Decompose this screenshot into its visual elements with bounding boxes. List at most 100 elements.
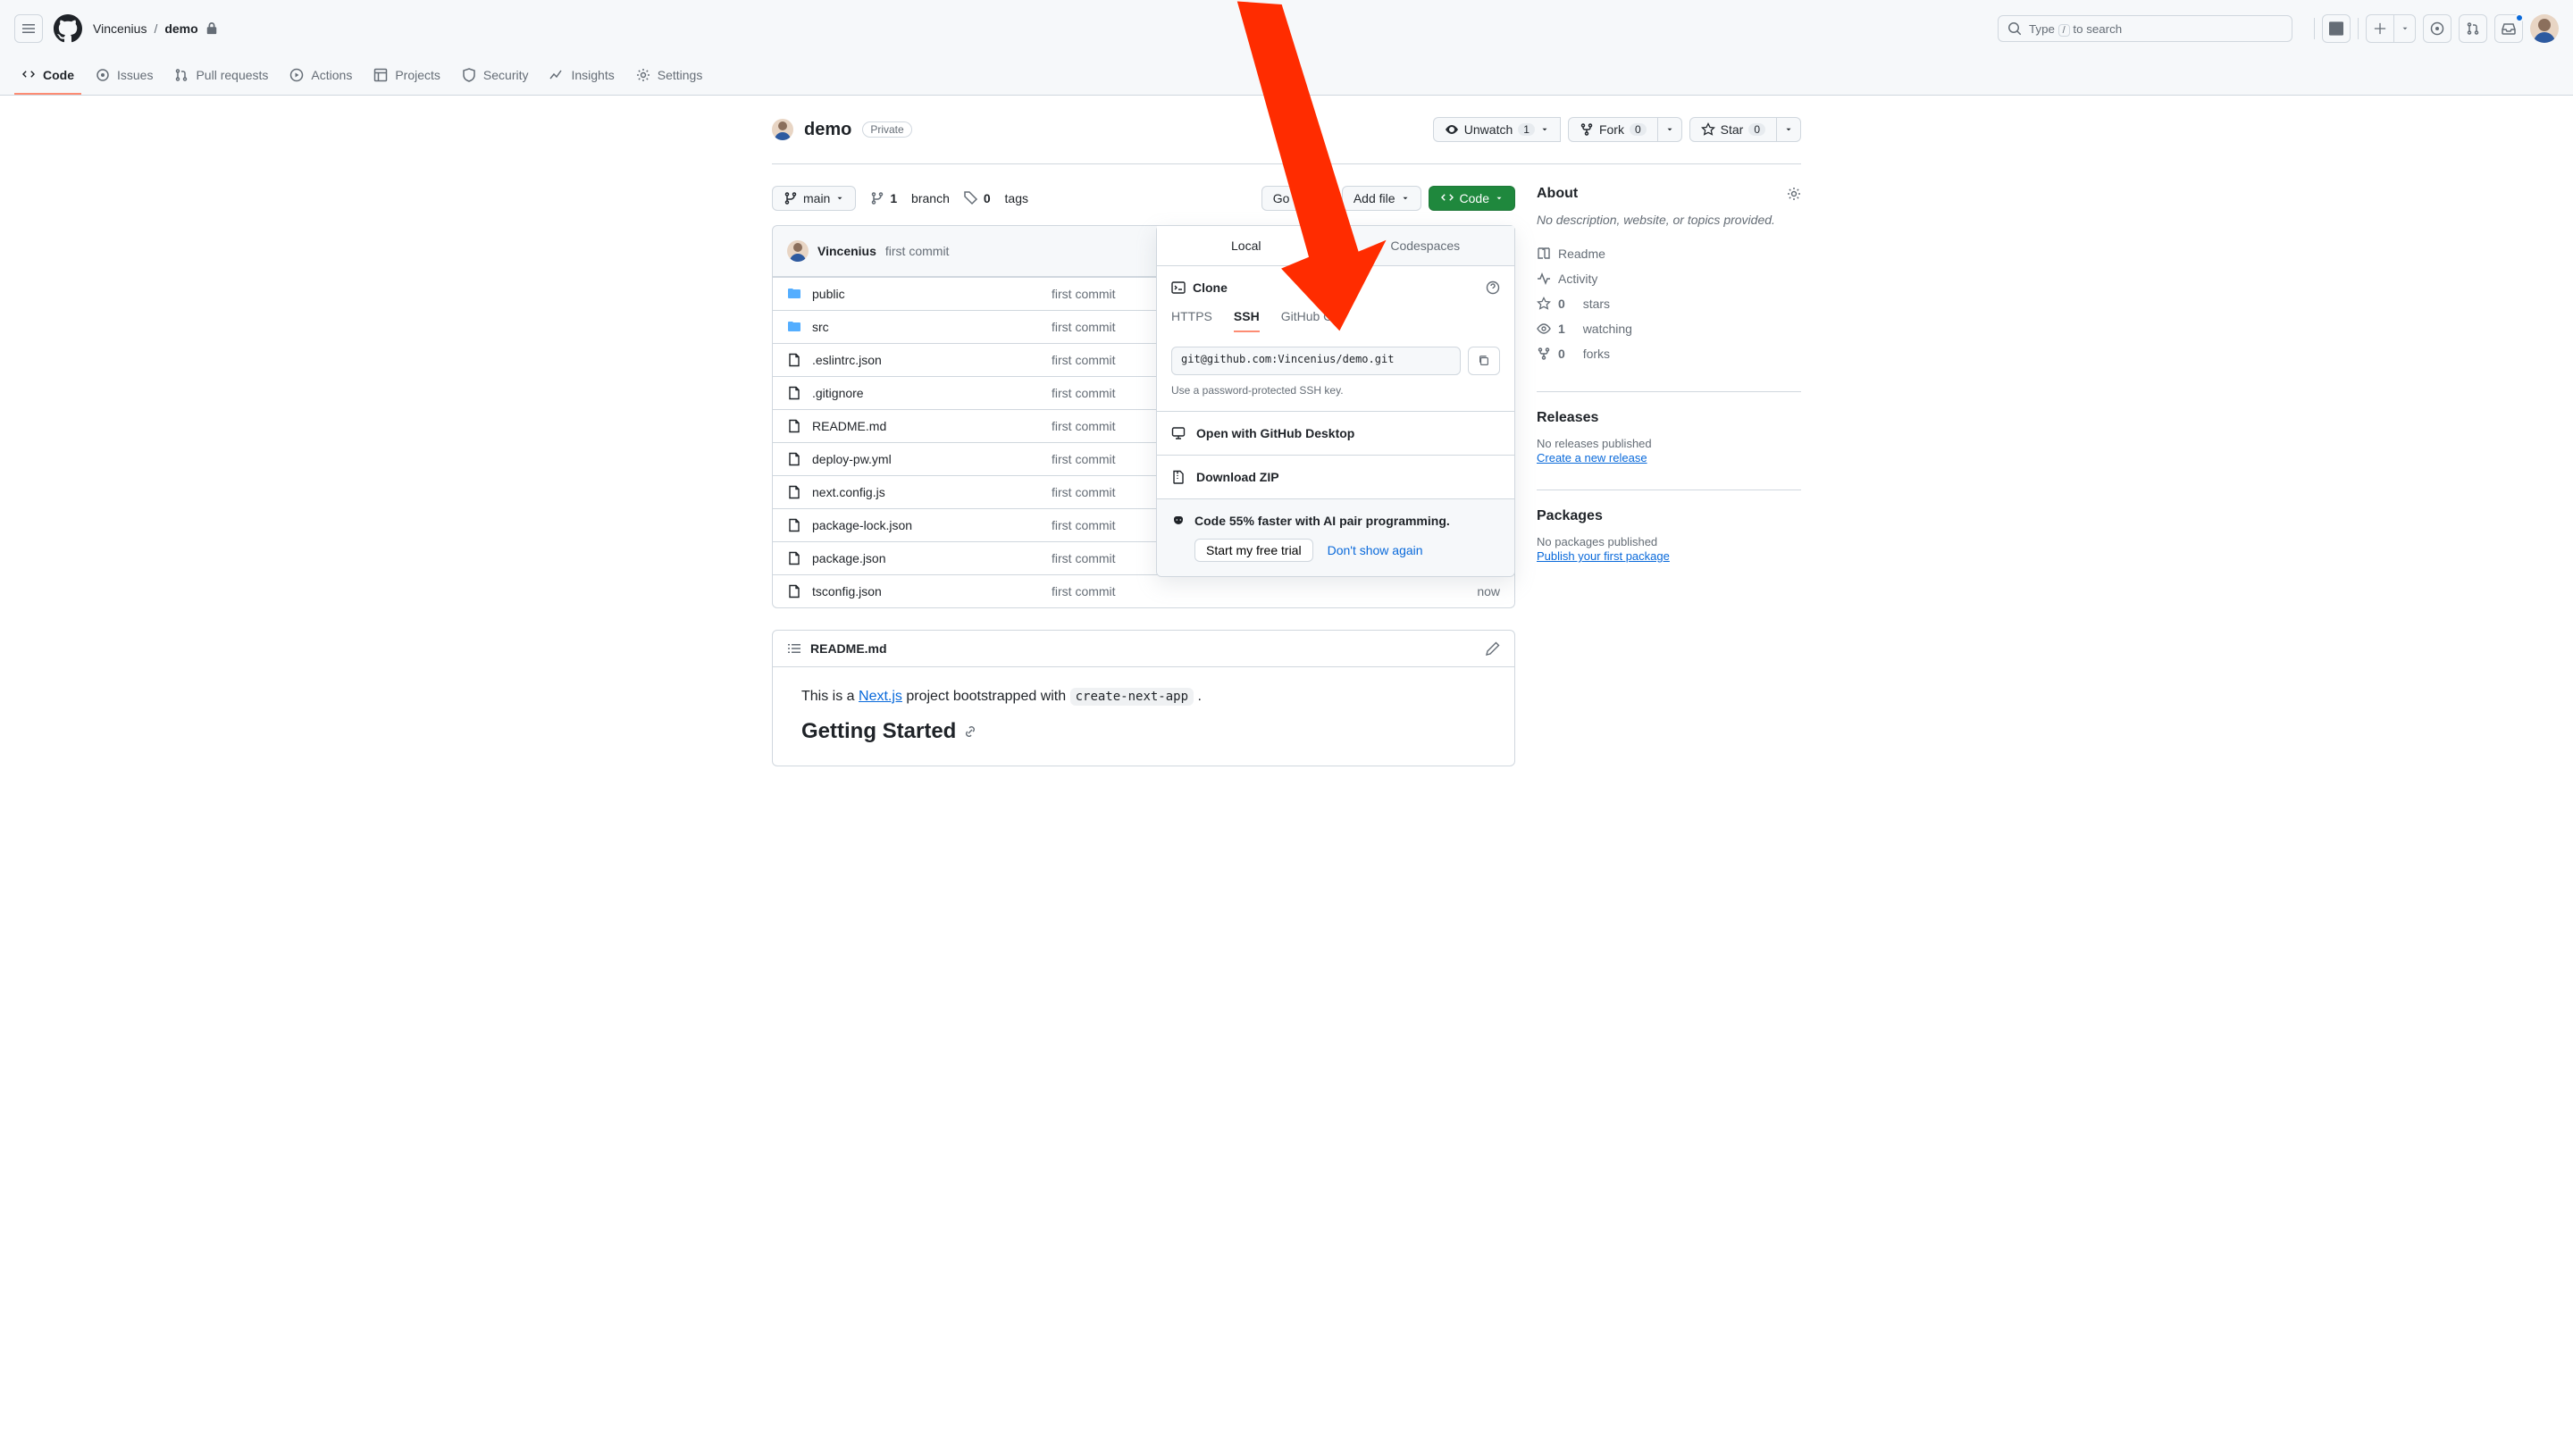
file-name[interactable]: src bbox=[787, 320, 1037, 334]
unwatch-button[interactable]: Unwatch1 bbox=[1433, 117, 1561, 142]
create-new-button[interactable] bbox=[2366, 14, 2394, 43]
star-caret[interactable] bbox=[1777, 117, 1801, 142]
copilot-text: Code 55% faster with AI pair programming… bbox=[1194, 514, 1450, 528]
notifications-button[interactable] bbox=[2494, 14, 2523, 43]
file-icon bbox=[787, 452, 801, 466]
nav-projects[interactable]: Projects bbox=[366, 57, 448, 95]
menu-button[interactable] bbox=[14, 14, 43, 43]
plus-icon bbox=[2374, 22, 2386, 35]
pull-request-icon bbox=[2466, 21, 2480, 36]
packages-empty: No packages published bbox=[1537, 535, 1801, 548]
clone-tab-cli[interactable]: GitHub CLI bbox=[1281, 309, 1343, 332]
repo-header: demo Private Unwatch1 Fork0 Star0 bbox=[772, 117, 1801, 142]
terminal-icon bbox=[2329, 21, 2343, 36]
search-placeholder: Type / to search bbox=[2029, 22, 2122, 36]
list-icon[interactable] bbox=[787, 641, 801, 656]
commit-author[interactable]: Vincenius bbox=[817, 244, 876, 258]
file-name[interactable]: package.json bbox=[787, 551, 1037, 565]
nav-security[interactable]: Security bbox=[455, 57, 536, 95]
open-desktop-row[interactable]: Open with GitHub Desktop bbox=[1157, 411, 1514, 455]
breadcrumb-owner[interactable]: Vincenius bbox=[93, 21, 147, 36]
branch-selector[interactable]: main bbox=[772, 186, 856, 211]
commit-msg[interactable]: first commit bbox=[1052, 584, 1379, 598]
add-file-button[interactable]: Add file bbox=[1342, 186, 1421, 211]
github-logo[interactable] bbox=[54, 14, 82, 43]
breadcrumb-repo[interactable]: demo bbox=[164, 21, 197, 36]
nav-code[interactable]: Code bbox=[14, 57, 81, 95]
watching-link[interactable]: 1 watching bbox=[1537, 316, 1801, 341]
dismiss-link[interactable]: Don't show again bbox=[1328, 543, 1423, 557]
dropdown-tab-codespaces[interactable]: Codespaces bbox=[1337, 226, 1515, 265]
readme-link[interactable]: Readme bbox=[1537, 241, 1801, 266]
copy-url-button[interactable] bbox=[1468, 347, 1500, 375]
branches-link[interactable]: 1 branch bbox=[870, 191, 950, 205]
table-row: tsconfig.jsonfirst commitnow bbox=[773, 574, 1514, 607]
create-release-link[interactable]: Create a new release bbox=[1537, 451, 1647, 464]
pencil-icon[interactable] bbox=[1486, 641, 1500, 656]
global-header: Vincenius / demo Type / to search bbox=[0, 0, 2573, 57]
code-icon bbox=[21, 68, 36, 82]
nav-pulls[interactable]: Pull requests bbox=[167, 57, 275, 95]
gear-icon[interactable] bbox=[1787, 187, 1801, 201]
activity-link[interactable]: Activity bbox=[1537, 266, 1801, 291]
clone-tab-ssh[interactable]: SSH bbox=[1234, 309, 1260, 332]
about-heading: About bbox=[1537, 186, 1578, 202]
issues-button[interactable] bbox=[2423, 14, 2451, 43]
fork-icon bbox=[1537, 347, 1551, 361]
code-button[interactable]: Code bbox=[1429, 186, 1515, 211]
caret-down-icon bbox=[835, 194, 844, 203]
desktop-icon bbox=[1171, 426, 1186, 440]
nextjs-link[interactable]: Next.js bbox=[859, 689, 902, 704]
file-name[interactable]: README.md bbox=[787, 419, 1037, 433]
clone-hint: Use a password-protected SSH key. bbox=[1171, 384, 1500, 397]
command-palette-button[interactable] bbox=[2322, 14, 2351, 43]
code-icon bbox=[1440, 191, 1454, 205]
link-icon[interactable] bbox=[963, 724, 977, 739]
forks-link[interactable]: 0 forks bbox=[1537, 341, 1801, 366]
search-input[interactable]: Type / to search bbox=[1998, 15, 2292, 42]
file-name[interactable]: next.config.js bbox=[787, 485, 1037, 499]
help-icon[interactable] bbox=[1486, 280, 1500, 295]
inbox-icon bbox=[2502, 21, 2516, 36]
file-name[interactable]: public bbox=[787, 287, 1037, 301]
create-new-caret[interactable] bbox=[2394, 14, 2416, 43]
file-icon bbox=[787, 386, 801, 400]
caret-down-icon bbox=[1401, 194, 1410, 203]
visibility-badge: Private bbox=[862, 121, 911, 138]
commit-message[interactable]: first commit bbox=[885, 244, 950, 258]
file-name[interactable]: tsconfig.json bbox=[787, 584, 1037, 598]
file-name[interactable]: .gitignore bbox=[787, 386, 1037, 400]
clone-tab-https[interactable]: HTTPS bbox=[1171, 309, 1212, 332]
stars-link[interactable]: 0 stars bbox=[1537, 291, 1801, 316]
dropdown-tab-local[interactable]: Local bbox=[1157, 226, 1337, 265]
nav-insights[interactable]: Insights bbox=[542, 57, 621, 95]
fork-button[interactable]: Fork0 bbox=[1568, 117, 1658, 142]
eye-icon bbox=[1445, 122, 1459, 137]
issue-icon bbox=[96, 68, 110, 82]
org-avatar[interactable] bbox=[772, 119, 793, 140]
copy-icon bbox=[1478, 355, 1490, 367]
download-zip-row[interactable]: Download ZIP bbox=[1157, 455, 1514, 498]
nav-issues[interactable]: Issues bbox=[88, 57, 160, 95]
star-button[interactable]: Star0 bbox=[1689, 117, 1777, 142]
readme-code: create-next-app bbox=[1070, 688, 1194, 706]
zip-icon bbox=[1171, 470, 1186, 484]
go-to-file-button[interactable]: Go to file bbox=[1261, 186, 1335, 211]
user-avatar[interactable] bbox=[2530, 14, 2559, 43]
pulls-button[interactable] bbox=[2459, 14, 2487, 43]
start-trial-button[interactable]: Start my free trial bbox=[1194, 539, 1313, 562]
fork-caret[interactable] bbox=[1658, 117, 1682, 142]
pull-request-icon bbox=[174, 68, 189, 82]
nav-settings[interactable]: Settings bbox=[629, 57, 710, 95]
file-name[interactable]: package-lock.json bbox=[787, 518, 1037, 532]
file-icon bbox=[787, 419, 801, 433]
nav-actions[interactable]: Actions bbox=[282, 57, 359, 95]
file-name[interactable]: deploy-pw.yml bbox=[787, 452, 1037, 466]
graph-icon bbox=[549, 68, 564, 82]
caret-down-icon bbox=[1495, 194, 1504, 203]
commit-author-avatar[interactable] bbox=[787, 240, 809, 262]
publish-package-link[interactable]: Publish your first package bbox=[1537, 549, 1670, 563]
file-name[interactable]: .eslintrc.json bbox=[787, 353, 1037, 367]
tags-link[interactable]: 0 tags bbox=[964, 191, 1028, 205]
clone-url-field[interactable]: git@github.com:Vincenius/demo.git bbox=[1171, 347, 1461, 375]
